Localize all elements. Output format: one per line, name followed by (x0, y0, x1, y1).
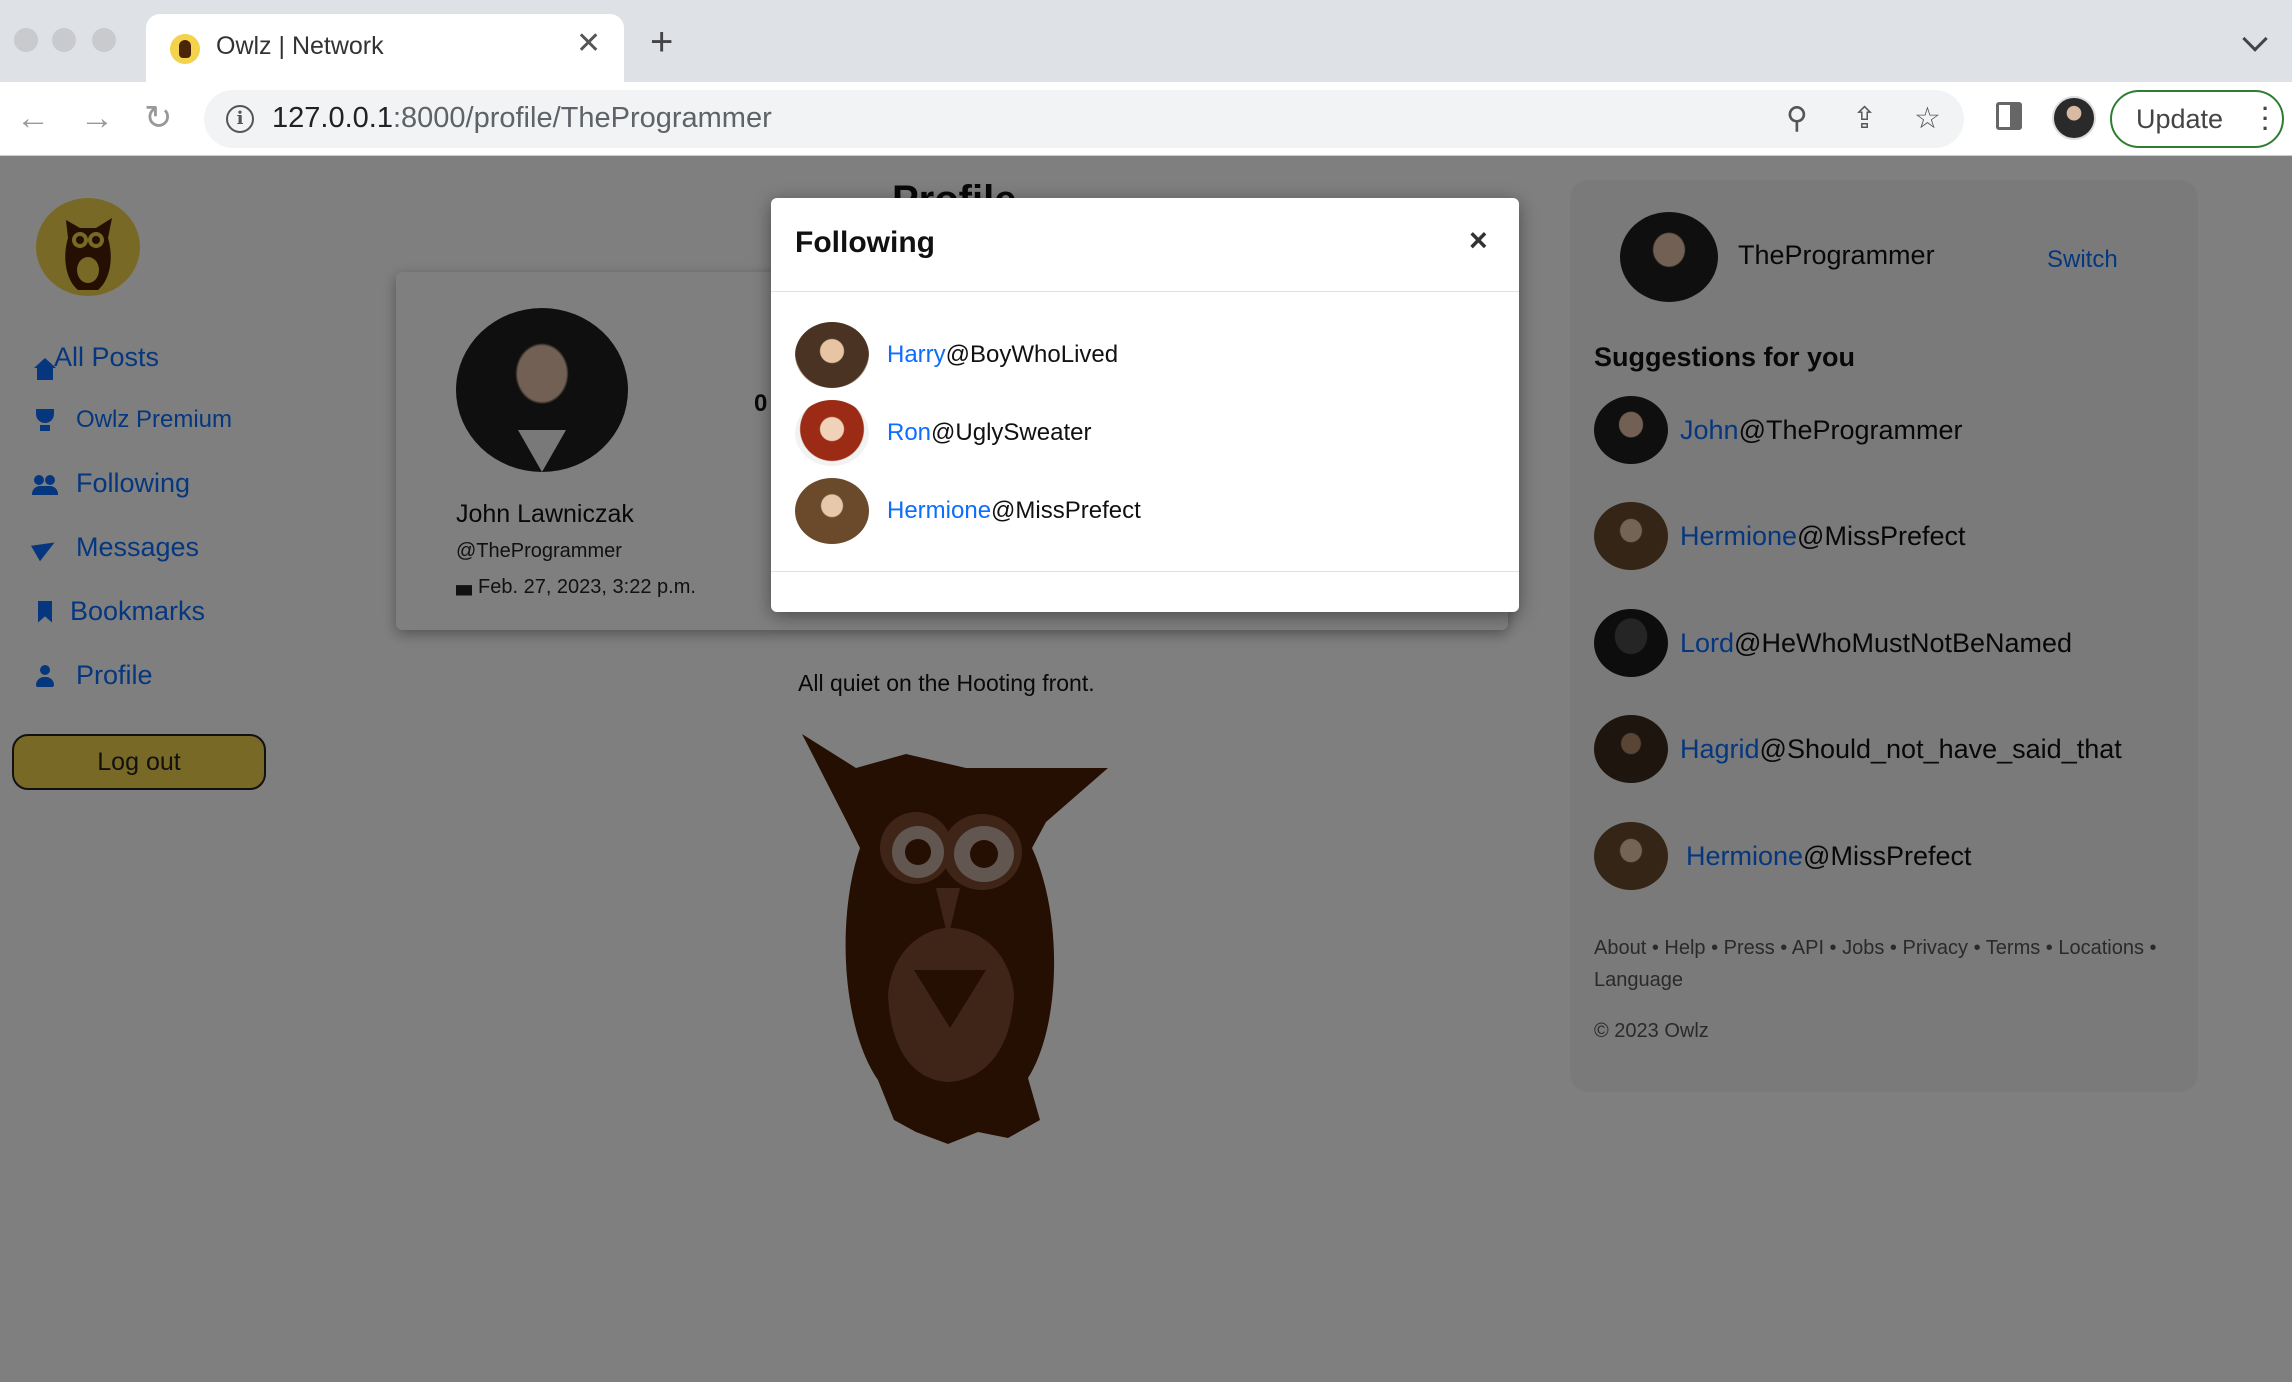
following-modal: Following × Harry @BoyWhoLived Ron @Ugly… (771, 198, 1519, 612)
more-menu-icon[interactable]: · · · (2262, 98, 2269, 140)
following-name[interactable]: Ron (887, 419, 931, 447)
following-item[interactable]: Hermione @MissPrefect (795, 478, 1141, 544)
tab-title: Owlz | Network (216, 32, 384, 60)
modal-title: Following (795, 226, 935, 259)
following-handle: @UglySweater (931, 419, 1092, 446)
tab-search-chevron-icon[interactable] (2242, 26, 2268, 52)
tab-close-icon[interactable]: ✕ (576, 26, 601, 61)
following-item[interactable]: Ron @UglySweater (795, 400, 1091, 466)
share-icon[interactable]: ⇪ (1852, 100, 1877, 138)
new-tab-icon[interactable]: + (650, 22, 673, 62)
following-handle: @BoyWhoLived (945, 341, 1119, 368)
window-zoom-dot[interactable] (92, 28, 116, 52)
owl-favicon-icon (170, 34, 200, 64)
back-icon[interactable]: ← (16, 96, 50, 140)
update-button[interactable]: Update · · · (2110, 90, 2284, 148)
avatar (795, 322, 869, 388)
following-handle: @MissPrefect (991, 497, 1141, 524)
zoom-icon[interactable]: ⚲ (1786, 100, 1808, 138)
following-name[interactable]: Harry (887, 341, 946, 369)
forward-icon[interactable]: → (80, 96, 114, 140)
window-minimize-dot[interactable] (52, 28, 76, 52)
following-name[interactable]: Hermione (887, 497, 991, 525)
following-item[interactable]: Harry @BoyWhoLived (795, 322, 1118, 388)
browser-tab[interactable]: Owlz | Network ✕ (146, 14, 624, 82)
browser-profile-avatar[interactable] (2052, 96, 2096, 140)
bookmark-star-icon[interactable]: ☆ (1914, 100, 1941, 138)
modal-body: Harry @BoyWhoLived Ron @UglySweater Herm… (771, 292, 1519, 572)
window-close-dot[interactable] (14, 28, 38, 52)
browser-tab-strip: Owlz | Network ✕ + (0, 0, 2292, 82)
close-icon[interactable]: × (1469, 222, 1488, 259)
reload-icon[interactable]: ↻ (144, 96, 173, 140)
avatar (795, 478, 869, 544)
site-info-icon[interactable]: i (226, 105, 254, 133)
avatar (795, 400, 869, 466)
side-panel-icon[interactable] (1996, 102, 2022, 130)
browser-toolbar: ← → ↻ i 127.0.0.1:8000/profile/TheProgra… (0, 82, 2292, 156)
url-text[interactable]: 127.0.0.1:8000/profile/TheProgrammer (272, 102, 772, 135)
modal-header: Following × (771, 198, 1519, 292)
address-bar[interactable]: i 127.0.0.1:8000/profile/TheProgrammer ⚲… (204, 90, 1964, 148)
